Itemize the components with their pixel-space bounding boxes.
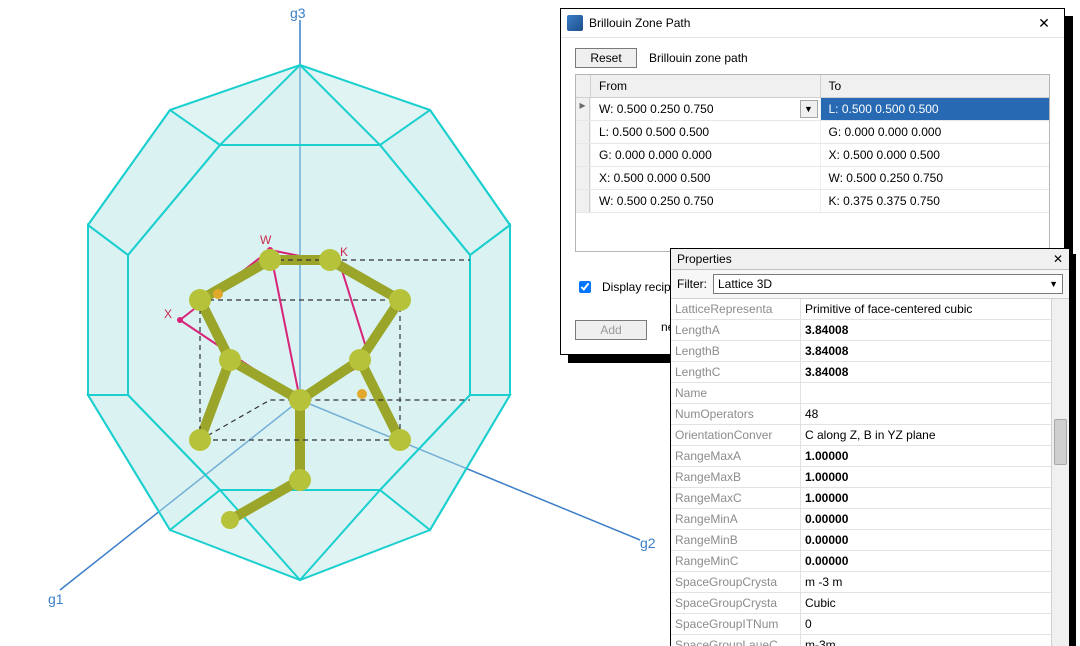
property-value[interactable]: Primitive of face-centered cubic	[801, 299, 1051, 319]
scrollbar-thumb[interactable]	[1054, 419, 1067, 465]
scrollbar[interactable]	[1051, 299, 1069, 646]
properties-close-button[interactable]: ✕	[1047, 251, 1063, 267]
row-indicator	[576, 190, 590, 212]
property-row[interactable]: SpaceGroupLaueCm-3m	[671, 635, 1051, 646]
property-key: SpaceGroupITNum	[671, 614, 801, 634]
property-row[interactable]: LengthA3.84008	[671, 320, 1051, 341]
property-row[interactable]: SpaceGroupCrystam -3 m	[671, 572, 1051, 593]
dialog-title: Brillouin Zone Path	[589, 16, 1024, 30]
property-row[interactable]: SpaceGroupCrystaCubic	[671, 593, 1051, 614]
close-button[interactable]: ✕	[1030, 13, 1058, 33]
point-X-label: X	[164, 307, 172, 321]
display-reciprocal-checkbox[interactable]	[579, 281, 591, 293]
property-key: LengthB	[671, 341, 801, 361]
property-value[interactable]: m -3 m	[801, 572, 1051, 592]
properties-titlebar[interactable]: Properties ✕	[671, 249, 1069, 270]
property-row[interactable]: LengthB3.84008	[671, 341, 1051, 362]
property-row[interactable]: Name	[671, 383, 1051, 404]
property-key: RangeMaxC	[671, 488, 801, 508]
property-key: RangeMinA	[671, 509, 801, 529]
property-row[interactable]: LengthC3.84008	[671, 362, 1051, 383]
dialog-titlebar[interactable]: Brillouin Zone Path ✕	[561, 9, 1064, 38]
table-row[interactable]: G: 0.000 0.000 0.000X: 0.500 0.000 0.500	[576, 144, 1049, 167]
property-value[interactable]: 0.00000	[801, 530, 1051, 550]
property-key: RangeMinB	[671, 530, 801, 550]
axis-g1-label: g1	[48, 591, 64, 607]
axis-g3-label: g3	[290, 5, 306, 21]
cell-from[interactable]: G: 0.000 0.000 0.000	[590, 144, 820, 166]
row-indicator	[576, 144, 590, 166]
property-row[interactable]: OrientationConverC along Z, B in YZ plan…	[671, 425, 1051, 446]
properties-title: Properties	[677, 252, 1047, 266]
path-table[interactable]: From To ▸W: 0.500 0.250 0.750▼L: 0.500 0…	[575, 74, 1050, 252]
property-value[interactable]: Cubic	[801, 593, 1051, 613]
cell-from[interactable]: W: 0.500 0.250 0.750	[590, 190, 820, 212]
row-indicator: ▸	[576, 98, 590, 120]
property-value[interactable]: 3.84008	[801, 341, 1051, 361]
table-row[interactable]: L: 0.500 0.500 0.500G: 0.000 0.000 0.000	[576, 121, 1049, 144]
cell-to[interactable]: W: 0.500 0.250 0.750	[820, 167, 1050, 189]
cell-to[interactable]: X: 0.500 0.000 0.500	[820, 144, 1050, 166]
property-row[interactable]: RangeMinC0.00000	[671, 551, 1051, 572]
cell-to[interactable]: G: 0.000 0.000 0.000	[820, 121, 1050, 143]
property-key: RangeMaxA	[671, 446, 801, 466]
property-key: Name	[671, 383, 801, 403]
property-row[interactable]: NumOperators48	[671, 404, 1051, 425]
row-indicator	[576, 121, 590, 143]
property-row[interactable]: RangeMinA0.00000	[671, 509, 1051, 530]
table-row[interactable]: ▸W: 0.500 0.250 0.750▼L: 0.500 0.500 0.5…	[576, 98, 1049, 121]
filter-dropdown[interactable]: Lattice 3D ▼	[713, 274, 1063, 294]
property-value[interactable]: 0	[801, 614, 1051, 634]
reset-button[interactable]: Reset	[575, 48, 637, 68]
add-button[interactable]: Add	[575, 320, 647, 340]
cell-to[interactable]: K: 0.375 0.375 0.750	[820, 190, 1050, 212]
property-key: SpaceGroupLaueC	[671, 635, 801, 646]
property-key: NumOperators	[671, 404, 801, 424]
cell-from[interactable]: L: 0.500 0.500 0.500	[590, 121, 820, 143]
property-key: OrientationConver	[671, 425, 801, 445]
property-value[interactable]	[801, 383, 1051, 403]
table-row[interactable]: X: 0.500 0.000 0.500W: 0.500 0.250 0.750	[576, 167, 1049, 190]
property-row[interactable]: RangeMinB0.00000	[671, 530, 1051, 551]
property-key: RangeMaxB	[671, 467, 801, 487]
chevron-down-icon: ▼	[1049, 279, 1058, 289]
point-K-label: K	[340, 245, 348, 259]
property-row[interactable]: SpaceGroupITNum0	[671, 614, 1051, 635]
point-W-label: W	[260, 233, 272, 247]
cell-from[interactable]: X: 0.500 0.000 0.500	[590, 167, 820, 189]
property-key: SpaceGroupCrysta	[671, 572, 801, 592]
axis-g2-label: g2	[640, 535, 656, 551]
app-icon	[567, 15, 583, 31]
property-row[interactable]: LatticeRepresentaPrimitive of face-cente…	[671, 299, 1051, 320]
dialog-subtitle: Brillouin zone path	[649, 51, 748, 65]
property-value[interactable]: 48	[801, 404, 1051, 424]
property-key: LengthC	[671, 362, 801, 382]
column-from[interactable]: From	[590, 75, 820, 97]
property-key: SpaceGroupCrysta	[671, 593, 801, 613]
property-value[interactable]: 1.00000	[801, 467, 1051, 487]
property-value[interactable]: 1.00000	[801, 446, 1051, 466]
property-value[interactable]: 0.00000	[801, 551, 1051, 571]
column-to[interactable]: To	[820, 75, 1050, 97]
cell-from[interactable]: W: 0.500 0.250 0.750▼	[590, 98, 820, 120]
row-indicator	[576, 167, 590, 189]
property-value[interactable]: 1.00000	[801, 488, 1051, 508]
cell-to[interactable]: L: 0.500 0.500 0.500	[820, 98, 1050, 120]
property-value[interactable]: 3.84008	[801, 320, 1051, 340]
filter-label: Filter:	[677, 277, 707, 291]
property-value[interactable]: 3.84008	[801, 362, 1051, 382]
property-value[interactable]: 0.00000	[801, 509, 1051, 529]
properties-panel: Properties ✕ Filter: Lattice 3D ▼ Lattic…	[670, 248, 1070, 646]
property-key: LengthA	[671, 320, 801, 340]
table-row[interactable]: W: 0.500 0.250 0.750K: 0.375 0.375 0.750	[576, 190, 1049, 213]
property-row[interactable]: RangeMaxB1.00000	[671, 467, 1051, 488]
chevron-down-icon[interactable]: ▼	[800, 100, 818, 118]
property-value[interactable]: C along Z, B in YZ plane	[801, 425, 1051, 445]
property-key: RangeMinC	[671, 551, 801, 571]
property-row[interactable]: RangeMaxC1.00000	[671, 488, 1051, 509]
property-row[interactable]: RangeMaxA1.00000	[671, 446, 1051, 467]
filter-value: Lattice 3D	[718, 277, 772, 291]
property-key: LatticeRepresenta	[671, 299, 801, 319]
property-value[interactable]: m-3m	[801, 635, 1051, 646]
